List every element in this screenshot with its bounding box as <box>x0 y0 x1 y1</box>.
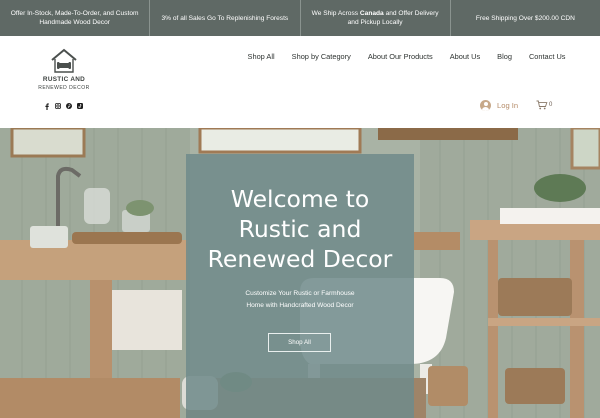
facebook-icon[interactable] <box>44 102 50 110</box>
login-button[interactable]: Log In <box>480 100 518 111</box>
site-header: RUSTIC AND RENEWED DECOR Shop All Shop b… <box>0 36 600 128</box>
house-sofa-icon <box>51 48 77 73</box>
cart-count: 0 <box>549 102 553 108</box>
announcement-1: Offer In-Stock, Made-To-Order, and Custo… <box>0 0 151 36</box>
announcement-2: 3% of all Sales Go To Replenishing Fores… <box>150 0 301 36</box>
nav-shop-by-category[interactable]: Shop by Category <box>283 52 359 61</box>
logo[interactable]: RUSTIC AND RENEWED DECOR <box>36 48 92 94</box>
nav-about-our-products[interactable]: About Our Products <box>359 52 441 61</box>
logo-text: RUSTIC AND RENEWED DECOR <box>38 76 90 91</box>
nav-blog[interactable]: Blog <box>489 52 521 61</box>
login-label: Log In <box>497 101 519 110</box>
cart-icon <box>536 100 548 110</box>
main-nav: Shop All Shop by Category About Our Prod… <box>239 52 574 61</box>
cart-button[interactable]: 0 <box>536 100 552 110</box>
announcement-4: Free Shipping Over $200.00 CDN <box>475 14 575 22</box>
nav-shop-all[interactable]: Shop All <box>239 52 283 61</box>
announcement-3: We Ship Across Canada and Offer Delivery… <box>301 0 451 36</box>
pinterest-icon[interactable] <box>66 103 72 109</box>
shop-all-button[interactable]: Shop All <box>268 333 331 352</box>
announcement-3-text: We Ship Across Canada and Offer Delivery… <box>311 10 439 26</box>
instagram-icon[interactable] <box>55 103 61 109</box>
nav-about-us[interactable]: About Us <box>441 52 488 61</box>
social-links <box>44 102 83 110</box>
hero-panel: Welcome to Rustic and Renewed Decor Cust… <box>186 154 414 418</box>
hero-tagline: Customize Your Rustic or Farmhouse Home … <box>245 290 355 309</box>
announcement-bar: Offer In-Stock, Made-To-Order, and Custo… <box>0 0 600 36</box>
hero-headline: Welcome to Rustic and Renewed Decor <box>207 185 393 273</box>
avatar-icon <box>480 100 491 111</box>
tiktok-icon[interactable] <box>77 103 83 109</box>
nav-contact-us[interactable]: Contact Us <box>520 52 574 61</box>
